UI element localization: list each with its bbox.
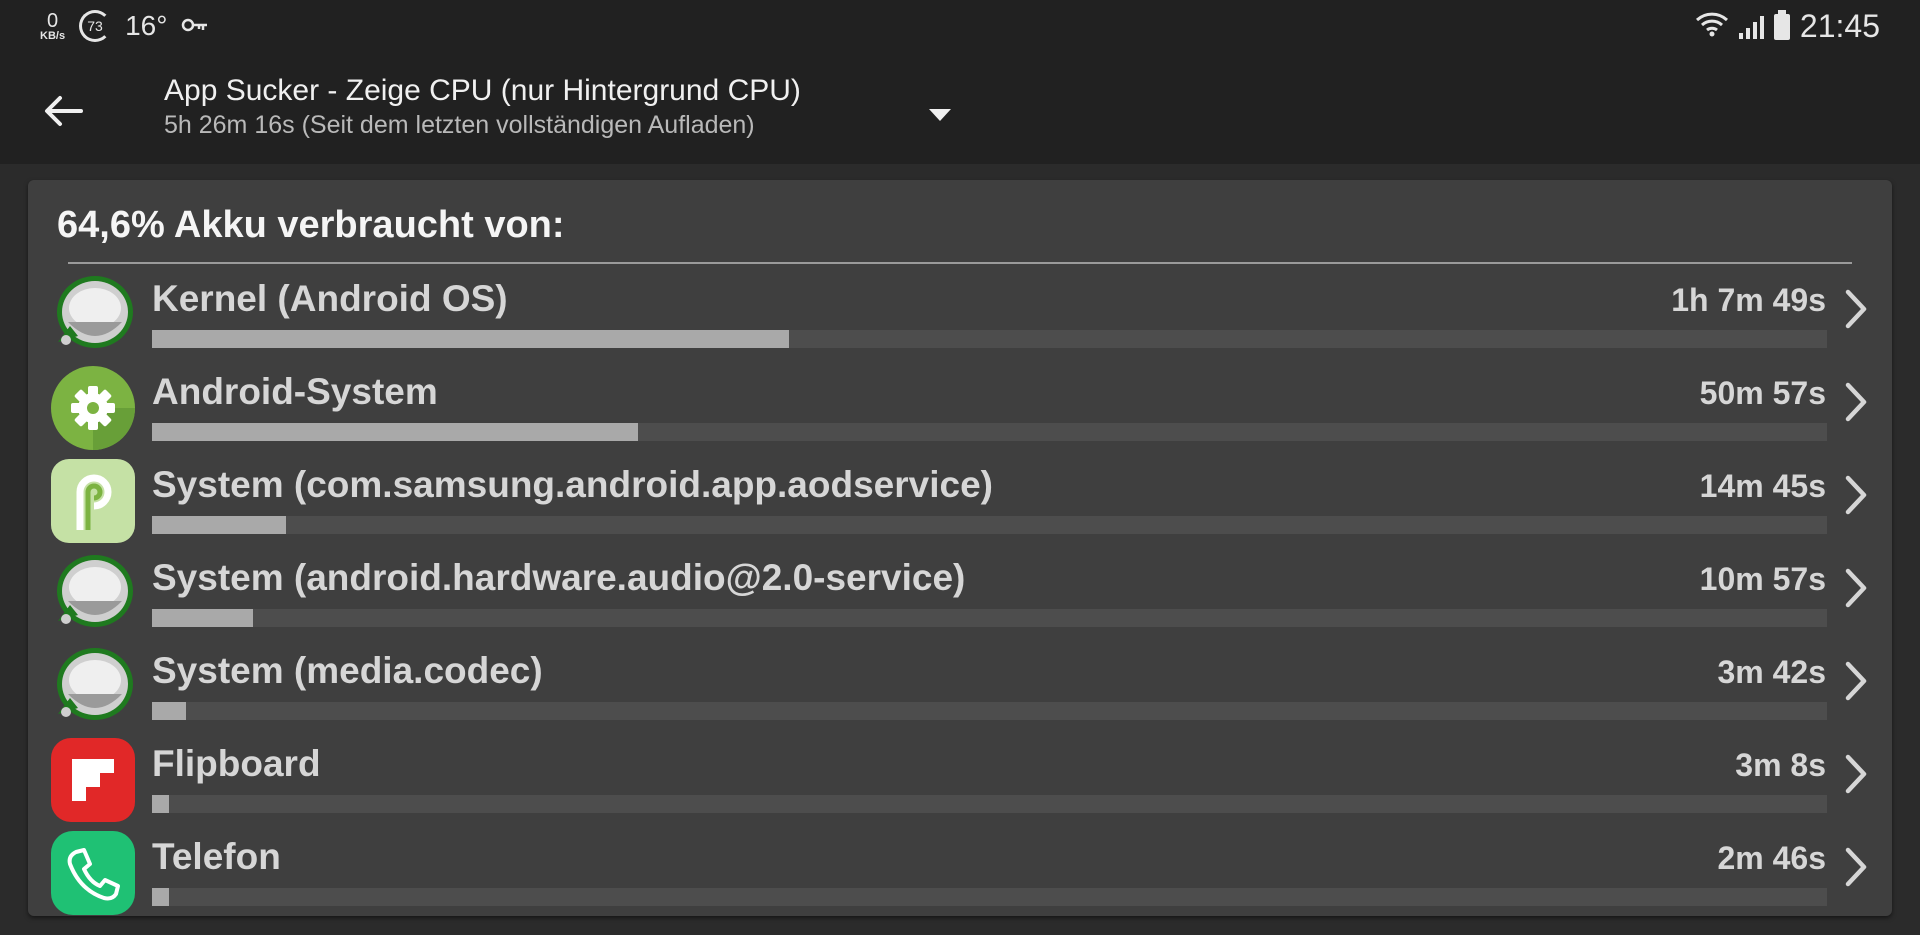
chevron-right-icon	[1845, 661, 1867, 701]
status-bar-right: 21:45	[1695, 8, 1880, 45]
usage-bar	[152, 795, 1827, 813]
app-name: System (com.samsung.android.app.aodservi…	[152, 464, 993, 505]
phone-icon	[50, 830, 136, 916]
usage-bar	[152, 423, 1827, 441]
mode-dropdown-button[interactable]	[920, 100, 960, 130]
chevron-right-icon	[1845, 568, 1867, 608]
clock: 21:45	[1799, 8, 1880, 44]
chevron-right-icon	[1845, 382, 1867, 422]
usage-bar-fill	[152, 423, 638, 441]
battery-icon	[1773, 9, 1790, 40]
ring-value: 73	[87, 18, 103, 34]
list-item[interactable]: Flipboard 3m 8s	[28, 733, 1892, 825]
app-name: Kernel (Android OS)	[152, 278, 508, 319]
caret-down-icon	[929, 109, 951, 121]
network-speed: 0 KB/s	[40, 11, 65, 42]
chevron-right-icon	[1845, 847, 1867, 887]
list-item[interactable]: Android-System 50m 57s	[28, 361, 1892, 453]
kernel-icon	[50, 644, 136, 730]
list-item[interactable]: Telefon 2m 46s	[28, 826, 1892, 916]
usage-bar-fill	[152, 330, 789, 348]
notification-ring-icon: 73	[79, 10, 112, 42]
key-icon	[181, 12, 209, 40]
usage-time: 1h 7m 49s	[1671, 282, 1826, 318]
android-settings-icon	[50, 365, 136, 451]
list-item[interactable]: System (com.samsung.android.app.aodservi…	[28, 454, 1892, 546]
kernel-icon	[50, 551, 136, 637]
app-name: System (android.hardware.audio@2.0-servi…	[152, 557, 966, 598]
wifi-icon	[1695, 11, 1729, 42]
list-item[interactable]: System (media.codec) 3m 42s	[28, 640, 1892, 732]
android-pie-icon	[50, 458, 136, 544]
usage-bar	[152, 330, 1827, 348]
usage-card: 64,6% Akku verbraucht von: Kernel (Andro…	[28, 180, 1892, 916]
app-name: Telefon	[152, 836, 281, 877]
usage-time: 3m 42s	[1717, 654, 1826, 690]
usage-bar-fill	[152, 516, 286, 534]
network-speed-value: 0	[46, 9, 59, 32]
usage-bar-fill	[152, 702, 186, 720]
app-name: Flipboard	[152, 743, 321, 784]
chevron-right-icon	[1845, 475, 1867, 515]
list-item[interactable]: Kernel (Android OS) 1h 7m 49s	[28, 268, 1892, 360]
page-title: App Sucker - Zeige CPU (nur Hintergrund …	[164, 74, 801, 107]
usage-bar	[152, 609, 1827, 627]
usage-bar-fill	[152, 609, 253, 627]
usage-time: 50m 57s	[1699, 375, 1826, 411]
app-toolbar: App Sucker - Zeige CPU (nur Hintergrund …	[0, 58, 1920, 164]
network-speed-unit: KB/s	[40, 29, 66, 42]
usage-time: 2m 46s	[1717, 840, 1826, 876]
usage-bar	[152, 516, 1827, 534]
usage-bar	[152, 888, 1827, 906]
signal-icon	[1738, 15, 1764, 39]
title-block[interactable]: App Sucker - Zeige CPU (nur Hintergrund …	[164, 72, 801, 141]
usage-bar-fill	[152, 888, 169, 906]
chevron-right-icon	[1845, 289, 1867, 329]
back-button[interactable]	[38, 86, 88, 136]
temperature: 16°	[125, 10, 168, 41]
flipboard-icon	[50, 737, 136, 823]
usage-time: 10m 57s	[1699, 561, 1826, 597]
divider	[68, 262, 1852, 264]
usage-time: 14m 45s	[1699, 468, 1826, 504]
app-name: Android-System	[152, 371, 438, 412]
kernel-icon	[50, 272, 136, 358]
arrow-left-icon	[45, 96, 83, 126]
chevron-right-icon	[1845, 754, 1867, 794]
usage-bar	[152, 702, 1827, 720]
list-item[interactable]: System (android.hardware.audio@2.0-servi…	[28, 547, 1892, 639]
status-bar: 0 KB/s 73 16° 21:45	[0, 0, 1920, 58]
app-name: System (media.codec)	[152, 650, 543, 691]
page-subtitle: 5h 26m 16s (Seit dem letzten vollständig…	[164, 110, 755, 139]
status-bar-left: 0 KB/s 73 16°	[40, 10, 209, 42]
card-header: 64,6% Akku verbraucht von:	[57, 204, 565, 246]
usage-time: 3m 8s	[1735, 747, 1826, 783]
usage-bar-fill	[152, 795, 169, 813]
